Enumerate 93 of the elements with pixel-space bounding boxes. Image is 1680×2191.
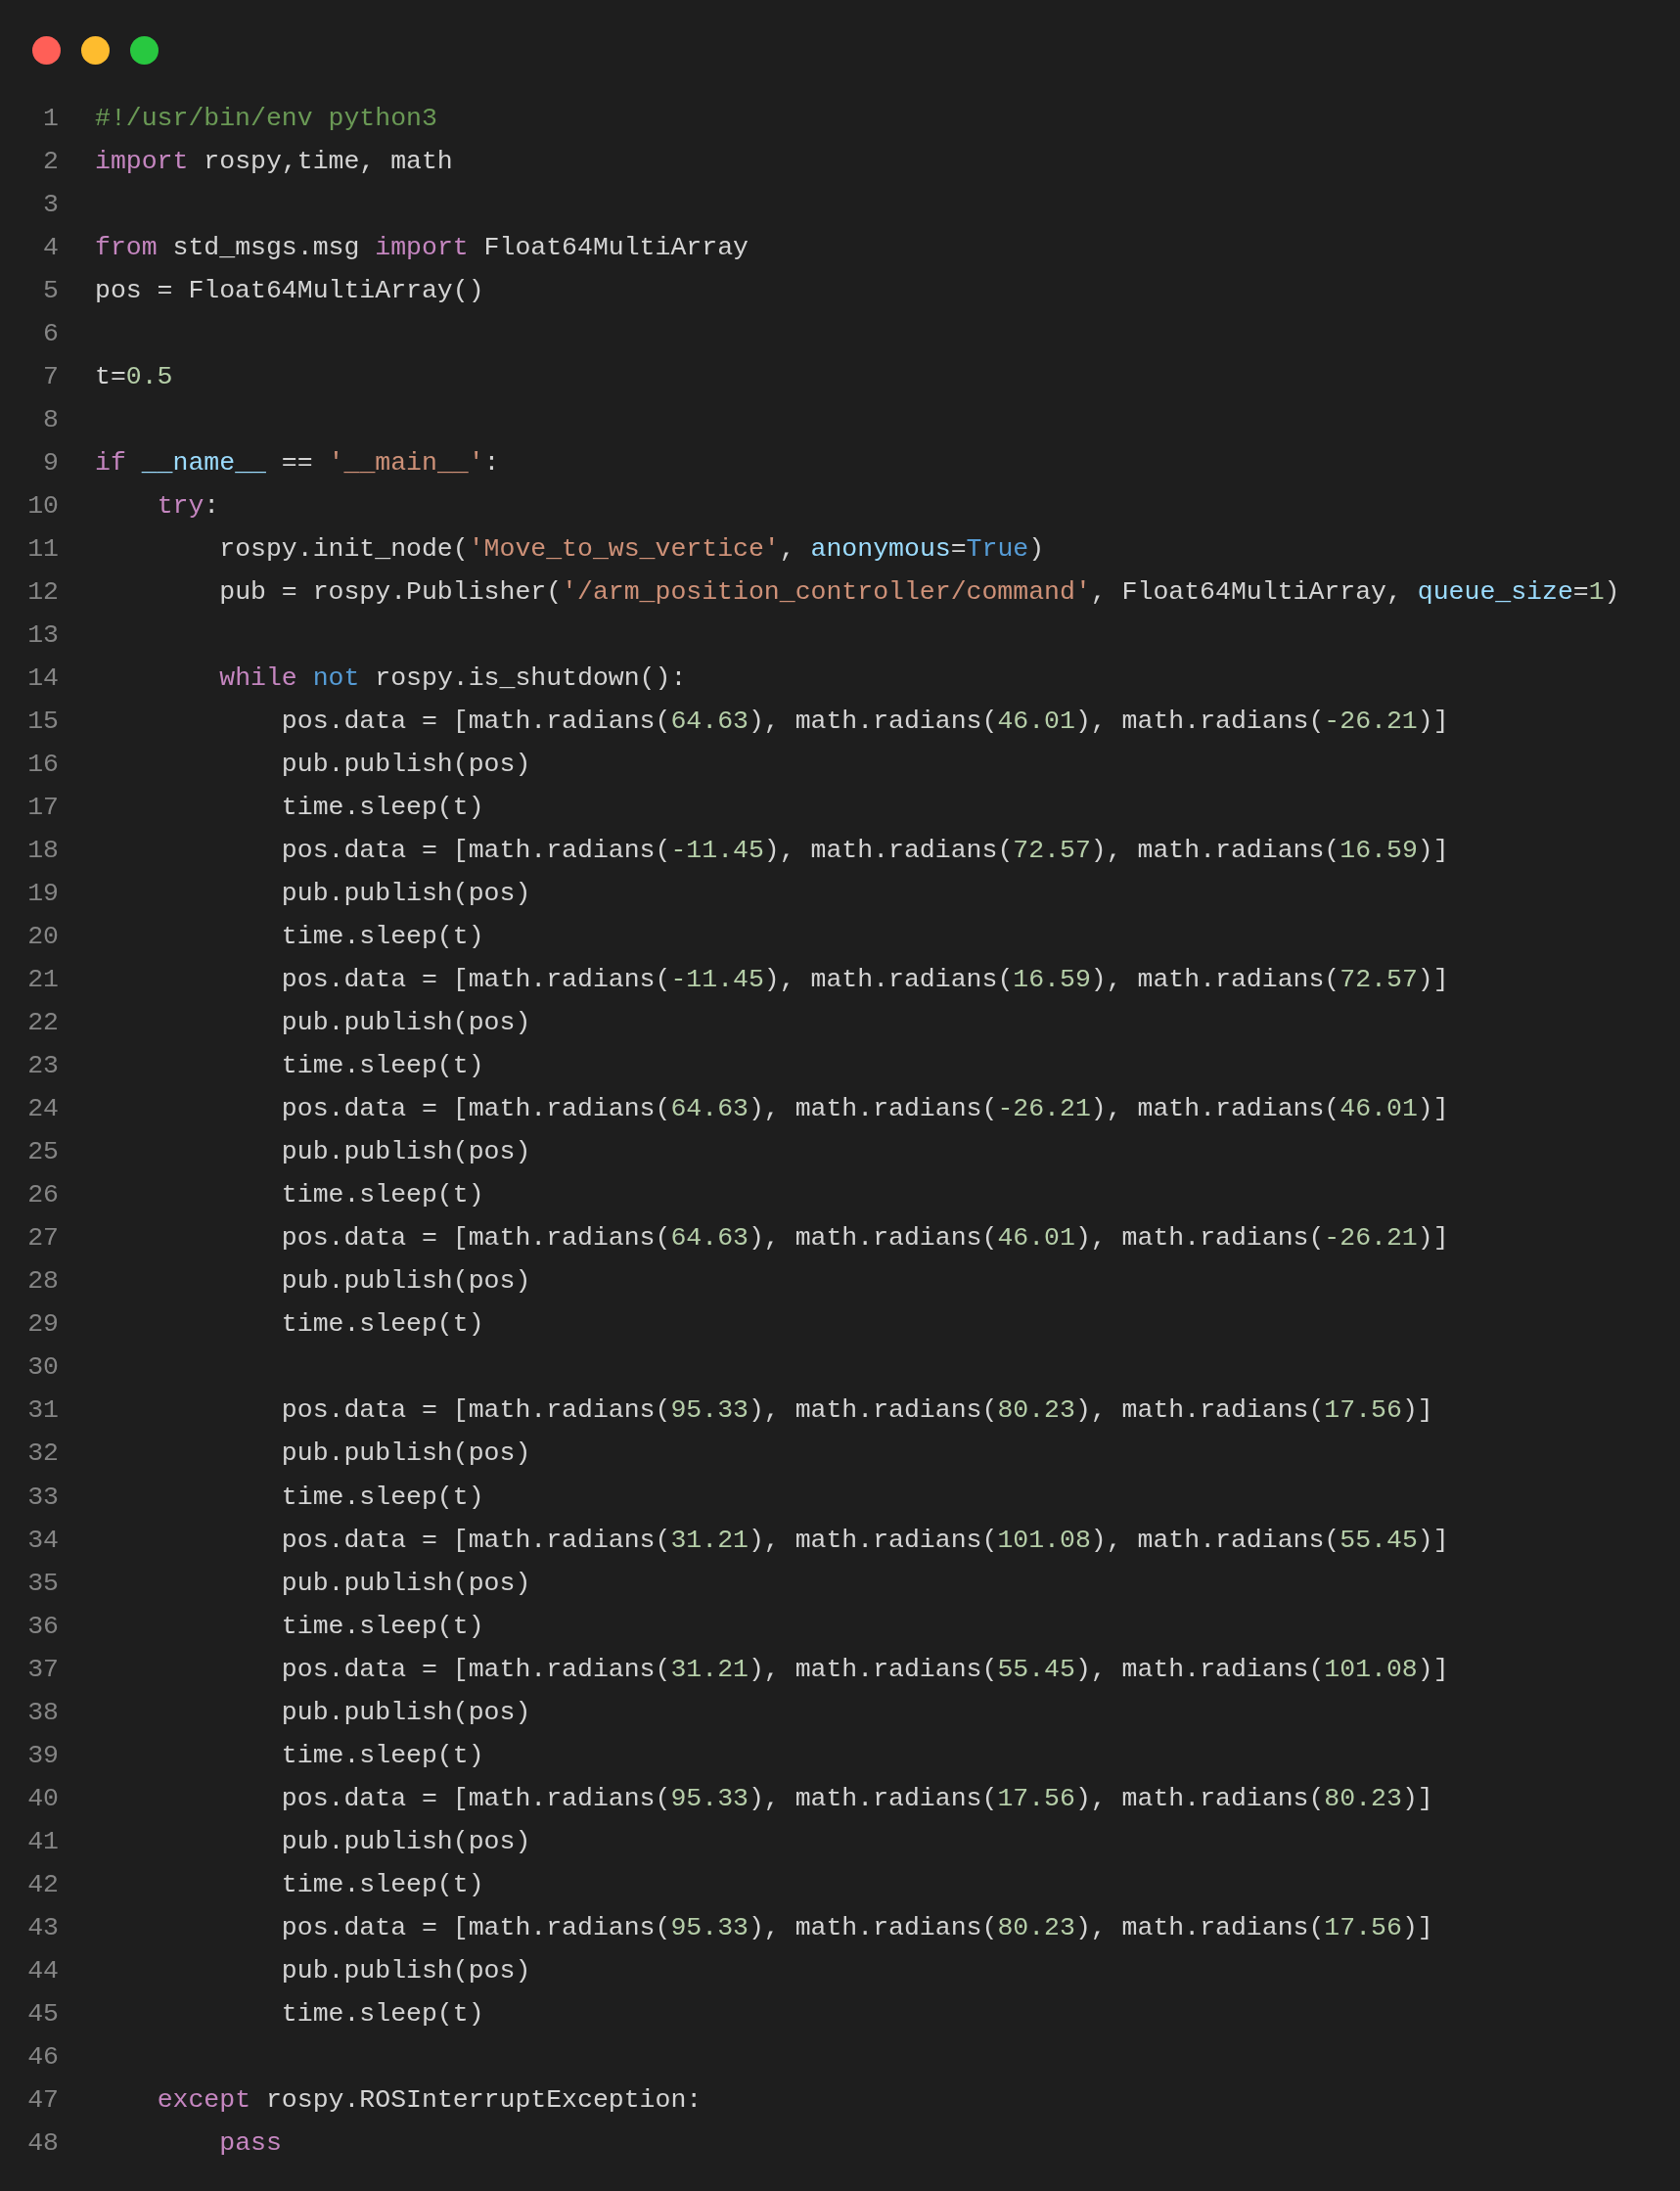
line-number: 32 [26,1438,59,1469]
code-line: pub.publish(pos) [281,1697,531,1727]
line-number: 3 [42,190,59,220]
code-line: pub.publish(pos) [281,1266,531,1297]
code-line: time.sleep(t) [281,1309,484,1340]
code-line: while not rospy.is_shutdown(): [219,663,687,694]
code-line: pos.data = [math.radians(-11.45), math.radians(16.59), math.radians(72.57)] [281,965,1449,995]
line-number: 5 [42,276,59,306]
line-number: 21 [26,965,59,995]
code-line: pos.data = [math.radians(95.33), math.radians(17.56), math.radians(80.23)] [281,1783,1433,1813]
code-line: pub.publish(pos) [281,1955,531,1986]
code-line: pos.data = [math.radians(31.21), math.radians(55.45), math.radians(101.08)] [281,1654,1449,1684]
code-line: pos = Float64MultiArray() [95,276,484,306]
line-number: 12 [26,577,59,608]
line-number: 10 [26,491,59,522]
line-number: 25 [26,1137,59,1167]
code-line: pos.data = [math.radians(64.63), math.radians(-26.21), math.radians(46.01)] [281,1094,1449,1124]
line-number: 2 [42,147,59,176]
line-number: 28 [26,1266,59,1297]
line-number: 19 [26,879,59,909]
code-line: if __name__ == '__main__': [95,448,500,479]
line-number: 22 [26,1008,59,1038]
code-line: rospy.init_node('Move_to_ws_vertice', anonymous=True) [219,534,1045,565]
line-number: 42 [26,1869,59,1899]
line-number: 43 [26,1912,59,1942]
code-line: pos.data = [math.radians(64.63), math.radians(46.01), math.radians(-26.21)] [281,707,1449,737]
code-line: try: [157,491,220,522]
line-number: 27 [26,1223,59,1254]
line-number: 6 [42,319,59,349]
code-line: time.sleep(t) [281,1869,484,1899]
line-number: 8 [42,405,59,435]
line-number: 38 [26,1697,59,1727]
line-number: 14 [26,663,59,694]
code-line: time.sleep(t) [281,1482,484,1512]
line-number: 29 [26,1309,59,1340]
window-control-button[interactable] [81,36,110,65]
code-line: pub.publish(pos) [281,879,531,909]
code-line: import rospy,time, math [95,147,453,176]
line-number: 44 [26,1955,59,1986]
code-line: pos.data = [math.radians(95.33), math.radians(80.23), math.radians(17.56)] [281,1395,1433,1426]
line-number: 26 [26,1180,59,1210]
line-number: 18 [26,836,59,866]
code-line: pub = rospy.Publisher('/arm_position_controller/command', Float64MultiArray, queue_size=1) [219,577,1620,608]
line-number: 47 [26,2084,59,2115]
line-number: 23 [26,1051,59,1081]
code-line: pos.data = [math.radians(31.21), math.radians(101.08), math.radians(55.45)] [281,1525,1449,1555]
code-line: time.sleep(t) [281,922,484,952]
line-number: 45 [26,1998,59,2029]
code-line: pos.data = [math.radians(-11.45), math.radians(72.57), math.radians(16.59)] [281,836,1449,866]
code-line: pub.publish(pos) [281,750,531,780]
code-line: time.sleep(t) [281,1180,484,1210]
line-number: 20 [26,922,59,952]
code-line: pub.publish(pos) [281,1438,531,1469]
line-number: 33 [26,1482,59,1512]
window-control-button[interactable] [130,36,159,65]
code-line: pos.data = [math.radians(95.33), math.radians(80.23), math.radians(17.56)] [281,1912,1433,1942]
line-number: 4 [42,233,59,263]
window-control-button[interactable] [32,36,61,65]
code-line: pub.publish(pos) [281,1826,531,1856]
code-line: time.sleep(t) [281,1611,484,1641]
code-line: from std_msgs.msg import Float64MultiArray [95,233,749,263]
line-number: 15 [26,707,59,737]
line-number: 31 [26,1395,59,1426]
line-number: 24 [26,1094,59,1124]
line-number: 13 [26,620,59,651]
line-number: 7 [42,362,59,392]
line-number: 41 [26,1826,59,1856]
code-line: time.sleep(t) [281,1998,484,2029]
code-line: t=0.5 [95,362,173,392]
code-line: pub.publish(pos) [281,1008,531,1038]
code-line: pos.data = [math.radians(64.63), math.radians(46.01), math.radians(-26.21)] [281,1223,1449,1254]
line-number: 36 [26,1611,59,1641]
line-number: 34 [26,1525,59,1555]
line-number: 37 [26,1654,59,1684]
line-number: 1 [42,104,59,133]
line-number: 46 [26,2041,59,2072]
line-number: 9 [42,448,59,479]
line-number: 11 [26,534,59,565]
line-number: 35 [26,1568,59,1598]
code-line: time.sleep(t) [281,793,484,823]
code-line: pub.publish(pos) [281,1137,531,1167]
line-number: 39 [26,1740,59,1770]
line-number: 17 [26,793,59,823]
line-number: 30 [26,1352,59,1383]
code-line: time.sleep(t) [281,1051,484,1081]
code-line: pub.publish(pos) [281,1568,531,1598]
line-number: 40 [26,1783,59,1813]
code-line: #!/usr/bin/env python3 [95,104,437,133]
code-line: time.sleep(t) [281,1740,484,1770]
code-line: pass [219,2127,282,2158]
line-number: 16 [26,750,59,780]
line-number: 48 [26,2127,59,2158]
code-line: except rospy.ROSInterruptException: [157,2084,703,2115]
